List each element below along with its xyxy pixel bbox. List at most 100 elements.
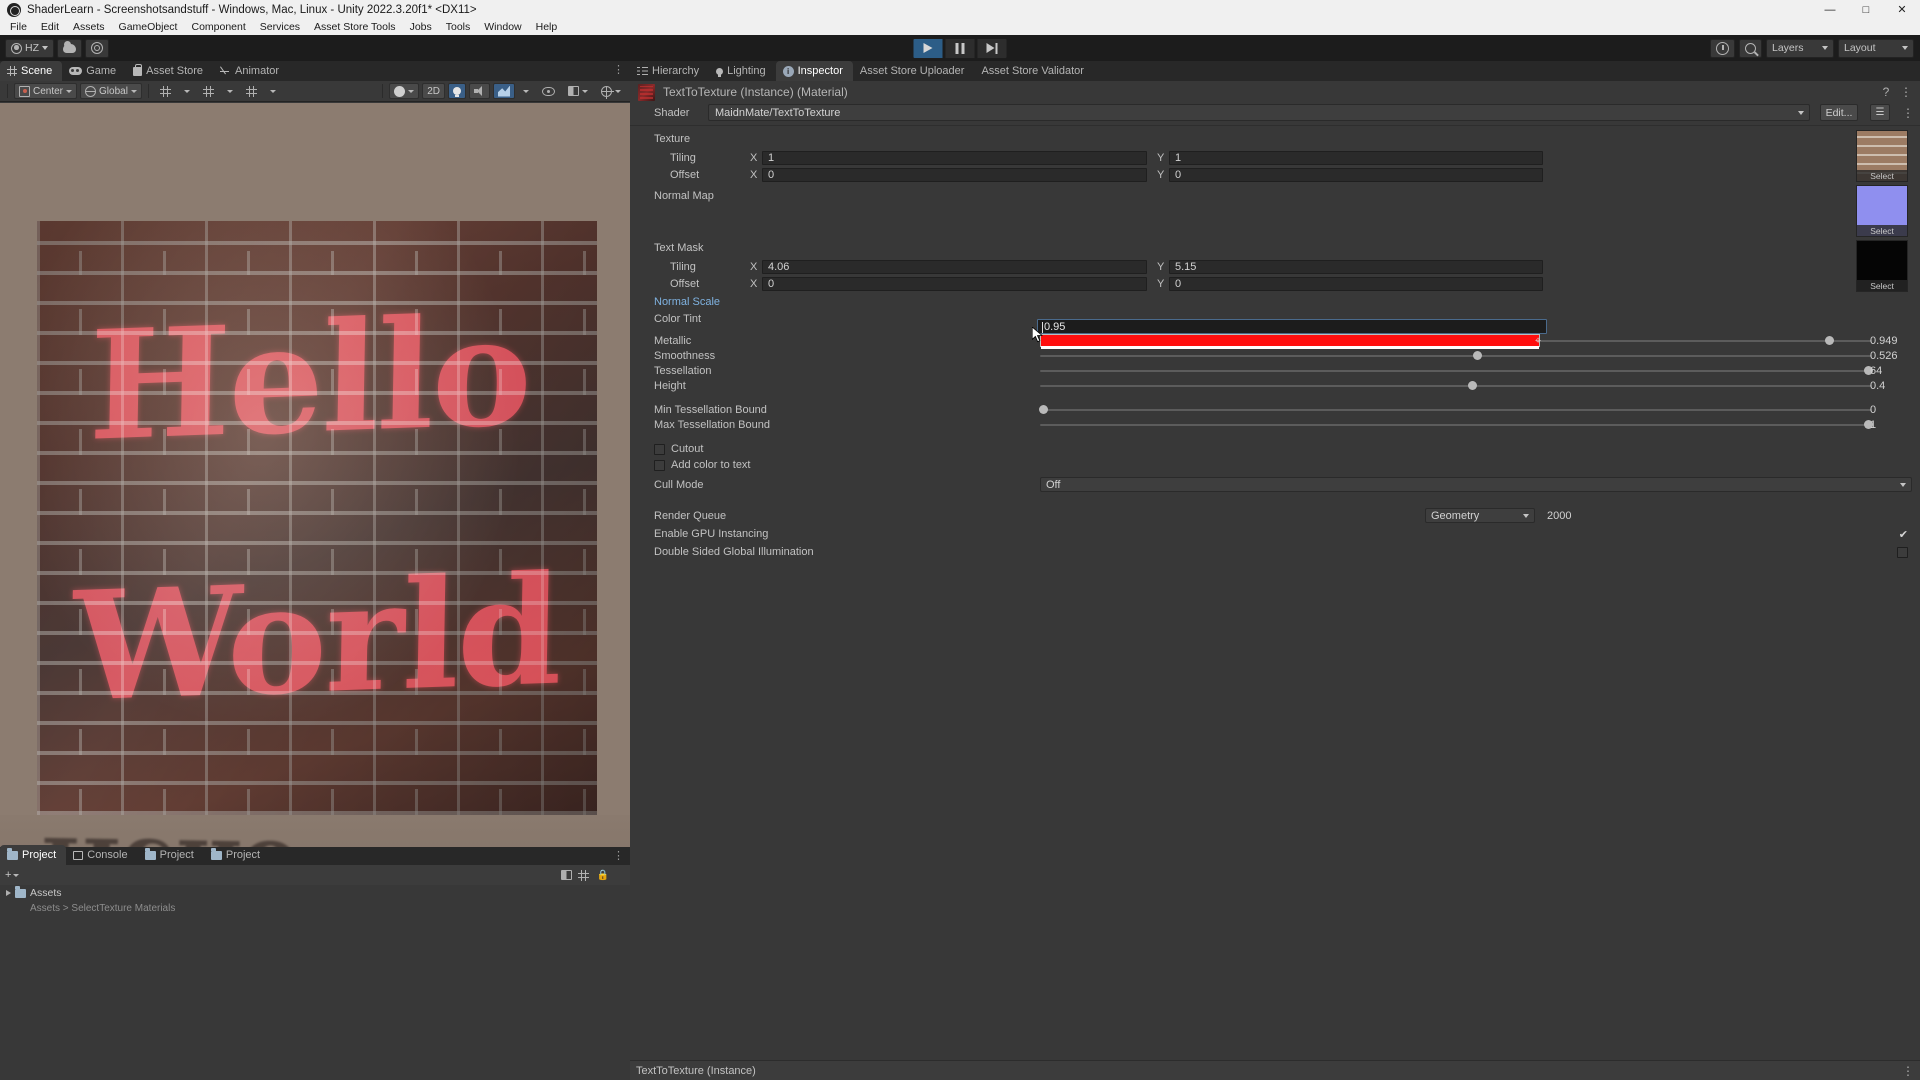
project-assets-row[interactable]: Assets: [0, 885, 630, 901]
gpu-instancing-checkbox[interactable]: ✔: [1899, 528, 1908, 541]
grid-view-icon[interactable]: [577, 869, 589, 881]
normalmap-select-label[interactable]: Select: [1857, 225, 1907, 236]
textmask-offset-y-input[interactable]: 0: [1169, 276, 1543, 291]
menu-file[interactable]: File: [3, 19, 34, 35]
play-button[interactable]: [912, 37, 944, 59]
scene-panel-menu-icon[interactable]: ⋮: [613, 64, 624, 76]
add-color-to-text-checkbox[interactable]: [654, 459, 665, 471]
menu-assets[interactable]: Assets: [66, 19, 112, 35]
texture-brick-thumbnail[interactable]: Select: [1856, 130, 1908, 182]
lock-icon[interactable]: 🔒: [597, 870, 609, 881]
texture-offset-x-input[interactable]: 0: [762, 167, 1147, 182]
project-add-button[interactable]: +: [5, 869, 20, 881]
menu-jobs[interactable]: Jobs: [403, 19, 439, 35]
shading-mode-dropdown[interactable]: [389, 83, 420, 99]
eyedropper-icon[interactable]: ⌖: [1535, 335, 1541, 348]
tab-hierarchy[interactable]: Hierarchy: [630, 61, 709, 81]
tab-project[interactable]: Project: [0, 845, 67, 865]
settings-button[interactable]: [85, 38, 109, 58]
texture-tiling-x-input[interactable]: 1: [762, 150, 1147, 165]
scene-fx-dropdown[interactable]: [518, 83, 534, 99]
normal-map-thumbnail[interactable]: Select: [1856, 185, 1908, 237]
layers-dropdown[interactable]: Layers: [1766, 38, 1834, 58]
normal-scale-edit-input[interactable]: 0.95: [1037, 319, 1547, 334]
texture-select-label[interactable]: Select: [1857, 170, 1907, 181]
scene-lighting-toggle[interactable]: [448, 83, 466, 99]
cloud-button[interactable]: [57, 38, 82, 58]
pivot-mode-dropdown[interactable]: Center: [14, 83, 78, 99]
tab-console[interactable]: Console: [66, 845, 137, 865]
footer-kebab-menu-icon[interactable]: ⋮: [1902, 1064, 1914, 1078]
history-button[interactable]: [1710, 38, 1735, 58]
menu-edit[interactable]: Edit: [34, 19, 66, 35]
min-tessellation-bound-slider[interactable]: [1039, 402, 1872, 417]
scene-camera-button[interactable]: [563, 83, 593, 99]
textmask-tiling-x-input[interactable]: 4.06: [762, 259, 1147, 274]
maximize-button[interactable]: □: [1848, 0, 1884, 19]
grid-snap-dropdown[interactable]: [179, 83, 195, 99]
tessellation-slider[interactable]: [1040, 363, 1873, 378]
menu-tools[interactable]: Tools: [439, 19, 478, 35]
height-value[interactable]: 0.4: [1870, 380, 1912, 392]
slider-handle[interactable]: [1468, 381, 1478, 390]
kebab-menu-icon[interactable]: ⋮: [1900, 85, 1912, 99]
search-button[interactable]: [1739, 38, 1762, 58]
slider-handle[interactable]: [1825, 336, 1835, 345]
minimize-button[interactable]: —: [1812, 0, 1848, 19]
cull-mode-dropdown[interactable]: Off: [1040, 477, 1912, 492]
add-color-to-text-row[interactable]: Add color to text: [630, 457, 1920, 473]
list-view-icon[interactable]: [560, 870, 572, 880]
handle-space-dropdown[interactable]: Global: [80, 83, 142, 99]
chevron-right-icon[interactable]: [6, 890, 11, 896]
ruler-dropdown[interactable]: [265, 83, 281, 99]
tab-asset-store[interactable]: Asset Store: [126, 61, 213, 81]
text-mask-thumbnail[interactable]: Select: [1856, 240, 1908, 292]
tab-project-2[interactable]: Project: [138, 845, 204, 865]
render-queue-dropdown[interactable]: Geometry: [1425, 508, 1535, 523]
menu-asset-store-tools[interactable]: Asset Store Tools: [307, 19, 403, 35]
scene-audio-toggle[interactable]: [469, 83, 490, 99]
textmask-offset-x-input[interactable]: 0: [762, 276, 1147, 291]
textmask-tiling-y-input[interactable]: 5.15: [1169, 259, 1543, 274]
tab-scene[interactable]: Scene: [0, 61, 63, 81]
brick-wall-object[interactable]: Hello World: [37, 221, 597, 815]
preset-button[interactable]: ☰: [1870, 104, 1890, 121]
height-slider[interactable]: [1040, 378, 1872, 393]
tab-game[interactable]: Game: [62, 61, 126, 81]
step-button[interactable]: [976, 37, 1008, 59]
tab-inspector[interactable]: i Inspector: [775, 61, 853, 81]
layout-dropdown[interactable]: Layout: [1838, 38, 1914, 58]
toggle-2d-button[interactable]: 2D: [422, 83, 445, 99]
tab-animator[interactable]: Animator: [213, 61, 289, 81]
snap-increment-button[interactable]: [198, 83, 219, 99]
shader-dropdown[interactable]: MaidnMate/TextToTexture: [708, 104, 1810, 121]
tessellation-value[interactable]: 64: [1870, 365, 1912, 377]
inspector-kebab-menu-icon[interactable]: ⋮: [1902, 106, 1914, 120]
min-tessellation-bound-value[interactable]: 0: [1870, 404, 1912, 416]
metallic-value[interactable]: 0.949: [1870, 335, 1912, 347]
color-tint-swatch[interactable]: [1040, 334, 1540, 349]
pause-button[interactable]: [944, 37, 976, 59]
menu-gameobject[interactable]: GameObject: [112, 19, 185, 35]
cutout-checkbox[interactable]: [654, 443, 665, 455]
scene-visibility-toggle[interactable]: [537, 83, 560, 99]
double-sided-gi-checkbox[interactable]: [1897, 546, 1908, 558]
account-button[interactable]: HZ: [5, 38, 54, 58]
menu-help[interactable]: Help: [529, 19, 565, 35]
textmask-select-label[interactable]: Select: [1857, 280, 1907, 291]
smoothness-value[interactable]: 0.526: [1870, 350, 1912, 362]
close-button[interactable]: ✕: [1884, 0, 1920, 19]
tab-lighting[interactable]: Lighting: [709, 61, 776, 81]
slider-handle[interactable]: [1473, 351, 1483, 360]
grid-snap-button[interactable]: [155, 83, 176, 99]
render-queue-number-input[interactable]: 2000: [1542, 508, 1912, 523]
tab-asset-store-uploader[interactable]: Asset Store Uploader: [853, 61, 975, 81]
shader-edit-button[interactable]: Edit...: [1820, 104, 1858, 121]
slider-handle[interactable]: [1039, 405, 1048, 414]
smoothness-slider[interactable]: [1040, 348, 1872, 363]
project-panel-menu-icon[interactable]: ⋮: [613, 850, 624, 862]
texture-tiling-y-input[interactable]: 1: [1169, 150, 1543, 165]
help-icon[interactable]: ?: [1880, 85, 1892, 99]
menu-services[interactable]: Services: [253, 19, 307, 35]
max-tessellation-bound-slider[interactable]: [1040, 417, 1873, 432]
